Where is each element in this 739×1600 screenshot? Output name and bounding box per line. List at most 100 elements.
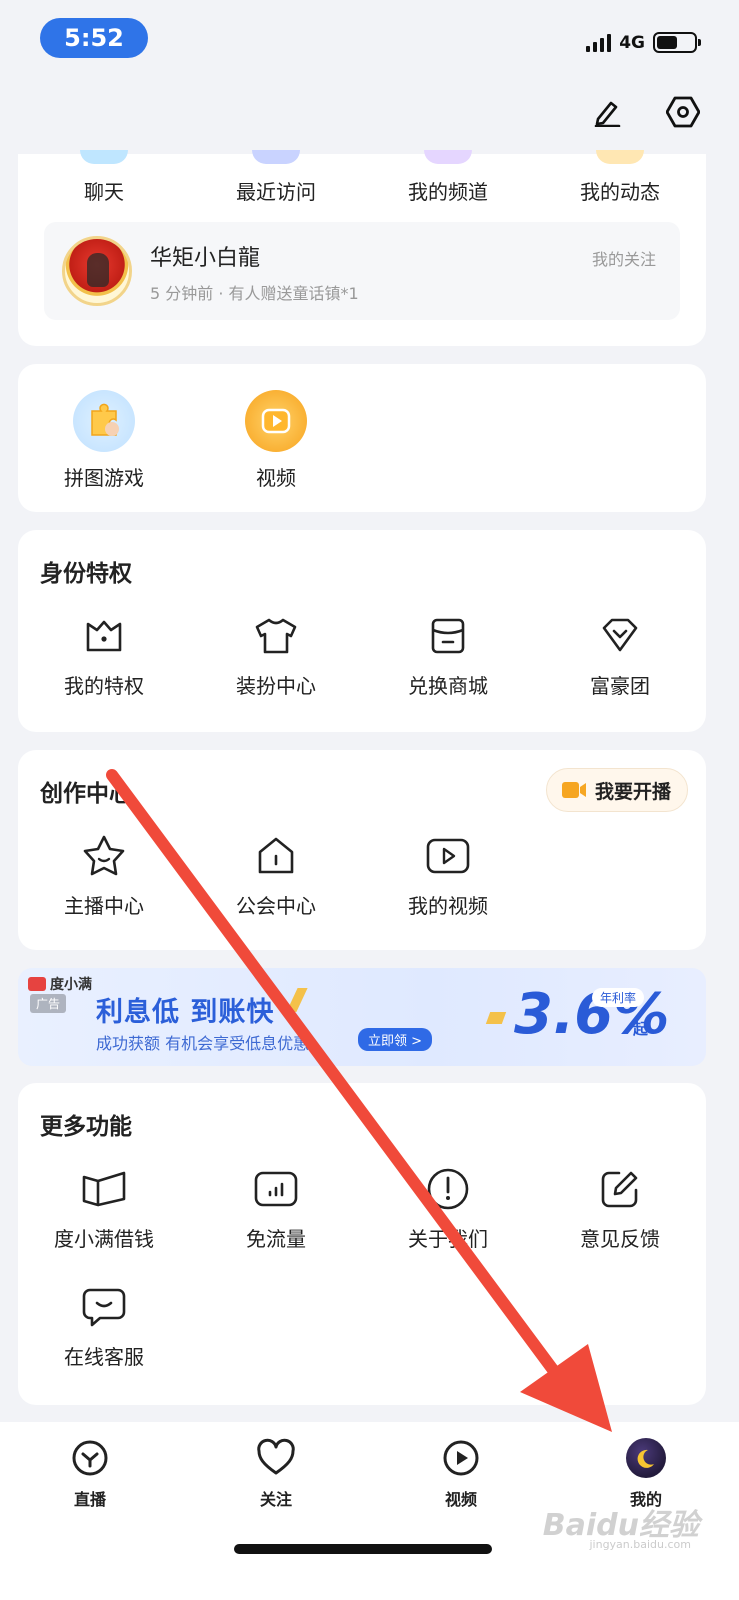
- creation-center-card: 创作中心 我要开播 主播中心 公会中心 我的视频: [18, 750, 706, 950]
- item-exchange-mall[interactable]: 兑换商城: [362, 612, 534, 699]
- quick-item-label: 我的频道: [408, 180, 488, 204]
- edit-square-icon: [596, 1165, 644, 1213]
- item-label: 主播中心: [64, 894, 144, 918]
- ad-rate-label: 年利率: [592, 988, 645, 1007]
- app-label: 拼图游戏: [64, 466, 144, 490]
- ad-banner[interactable]: 度小满 广告 利息低 到账快 成功获额 有机会享受低息优惠 立即领 > 3.6%…: [18, 968, 706, 1066]
- follow-activity: 5 分钟前 · 有人赠送童话镇*1: [150, 284, 359, 303]
- item-label: 我的视频: [408, 894, 488, 918]
- item-rich-club[interactable]: 富豪团: [534, 612, 706, 699]
- start-live-button[interactable]: 我要开播: [545, 768, 688, 812]
- status-bar: 5:52 4G: [0, 0, 739, 80]
- more-features-card: 更多功能 度小满借钱 免流量 关于我们 意见反馈 在线客服: [18, 1083, 706, 1405]
- ad-brand: 度小满: [28, 974, 92, 994]
- quick-item-channel[interactable]: 我的频道: [362, 150, 534, 205]
- tab-video[interactable]: 视频: [416, 1438, 506, 1510]
- video-play-icon: [245, 390, 307, 452]
- battery-level: [657, 36, 677, 49]
- star-face-icon: [80, 832, 128, 880]
- item-label: 装扮中心: [236, 674, 316, 698]
- apps-grid: 拼图游戏 视频: [18, 390, 706, 491]
- ad-tag: 广告: [30, 994, 67, 1013]
- quick-item-chat[interactable]: 聊天: [18, 150, 190, 205]
- ad-cta-button[interactable]: 立即领 >: [358, 1028, 433, 1051]
- chat-smile-icon: [80, 1283, 128, 1331]
- diamond-icon: [596, 612, 644, 660]
- quick-item-label: 最近访问: [236, 180, 316, 204]
- quick-item-label: 我的动态: [580, 180, 660, 204]
- item-feedback[interactable]: 意见反馈: [534, 1165, 706, 1252]
- item-label: 意见反馈: [580, 1227, 660, 1251]
- app-video[interactable]: 视频: [190, 390, 362, 491]
- tab-follow[interactable]: 关注: [231, 1438, 321, 1510]
- item-label: 在线客服: [64, 1345, 144, 1369]
- play-circle-icon: [443, 1440, 479, 1476]
- crown-icon: [80, 612, 128, 660]
- more-grid-row1: 度小满借钱 免流量 关于我们 意见反馈: [18, 1165, 706, 1252]
- top-actions: [587, 92, 703, 132]
- item-label: 免流量: [246, 1227, 306, 1251]
- tab-live[interactable]: 直播: [45, 1438, 135, 1510]
- item-label: 富豪团: [590, 674, 650, 698]
- ad-headline: 利息低 到账快: [96, 997, 275, 1028]
- ad-subline: 成功获额 有机会享受低息优惠: [96, 1034, 310, 1053]
- tshirt-icon: [252, 612, 300, 660]
- quick-item-recent[interactable]: 最近访问: [190, 150, 362, 205]
- item-dxm-loan[interactable]: 度小满借钱: [18, 1165, 190, 1252]
- moments-icon: [596, 150, 644, 164]
- item-anchor-center[interactable]: 主播中心: [18, 832, 190, 919]
- puzzle-icon: [73, 390, 135, 452]
- apps-card: 拼图游戏 视频: [18, 364, 706, 512]
- quick-row: 聊天 最近访问 我的频道 我的动态: [18, 150, 706, 205]
- quick-item-label: 聊天: [84, 180, 124, 204]
- identity-grid: 我的特权 装扮中心 兑换商城 富豪团: [18, 612, 706, 699]
- follow-tag: 我的关注: [591, 250, 656, 269]
- home-indicator[interactable]: [234, 1544, 492, 1554]
- chat-icon: [80, 150, 128, 164]
- battery-icon: [653, 32, 701, 53]
- pencil-icon[interactable]: [587, 92, 627, 132]
- section-title: 更多功能: [40, 1114, 132, 1140]
- item-label: 度小满借钱: [54, 1227, 154, 1251]
- avatar-icon: [626, 1438, 666, 1478]
- tab-label: 直播: [73, 1490, 106, 1509]
- lightning-icon: [286, 988, 308, 1012]
- house-icon: [252, 832, 300, 880]
- section-title: 身份特权: [40, 561, 132, 587]
- app-label: 视频: [256, 466, 296, 490]
- item-free-data[interactable]: 免流量: [190, 1165, 362, 1252]
- tab-label: 视频: [444, 1490, 477, 1509]
- item-dressup-center[interactable]: 装扮中心: [190, 612, 362, 699]
- status-indicators: 4G: [586, 32, 701, 53]
- identity-privileges-card: 身份特权 我的特权 装扮中心 兑换商城 富豪团: [18, 530, 706, 732]
- quick-access-card: 聊天 最近访问 我的频道 我的动态 华矩小白龍 5 分钟前 · 有人赠送童话镇*…: [18, 150, 706, 346]
- item-my-videos[interactable]: 我的视频: [362, 832, 534, 919]
- item-my-privileges[interactable]: 我的特权: [18, 612, 190, 699]
- play-box-icon: [424, 832, 472, 880]
- signal-icon: [586, 33, 612, 52]
- recent-visit-icon: [252, 150, 300, 164]
- tab-label: 关注: [259, 1490, 292, 1509]
- follow-entry[interactable]: 华矩小白龍 5 分钟前 · 有人赠送童话镇*1 我的关注: [44, 222, 680, 320]
- sparkle-icon: [485, 1012, 507, 1024]
- section-title: 创作中心: [40, 781, 132, 807]
- item-label: 公会中心: [236, 894, 316, 918]
- item-label: 我的特权: [64, 674, 144, 698]
- item-label: 兑换商城: [408, 674, 488, 698]
- avatar: [62, 236, 132, 306]
- quick-item-moments[interactable]: 我的动态: [534, 150, 706, 205]
- follow-name: 华矩小白龍: [150, 246, 261, 271]
- channel-icon: [424, 150, 472, 164]
- info-exclaim-icon: [424, 1165, 472, 1213]
- book-open-icon: [80, 1165, 128, 1213]
- ad-rate-suffix: 起: [633, 1020, 649, 1038]
- start-live-label: 我要开播: [594, 780, 671, 803]
- item-about-us[interactable]: 关于我们: [362, 1165, 534, 1252]
- creation-grid: 主播中心 公会中心 我的视频: [18, 832, 706, 919]
- app-puzzle-game[interactable]: 拼图游戏: [18, 390, 190, 491]
- ad-brand-name: 度小满: [50, 977, 92, 993]
- brand-logo-icon: [28, 977, 46, 991]
- item-guild-center[interactable]: 公会中心: [190, 832, 362, 919]
- item-online-service[interactable]: 在线客服: [18, 1283, 190, 1370]
- hexagon-settings-icon[interactable]: [663, 92, 703, 132]
